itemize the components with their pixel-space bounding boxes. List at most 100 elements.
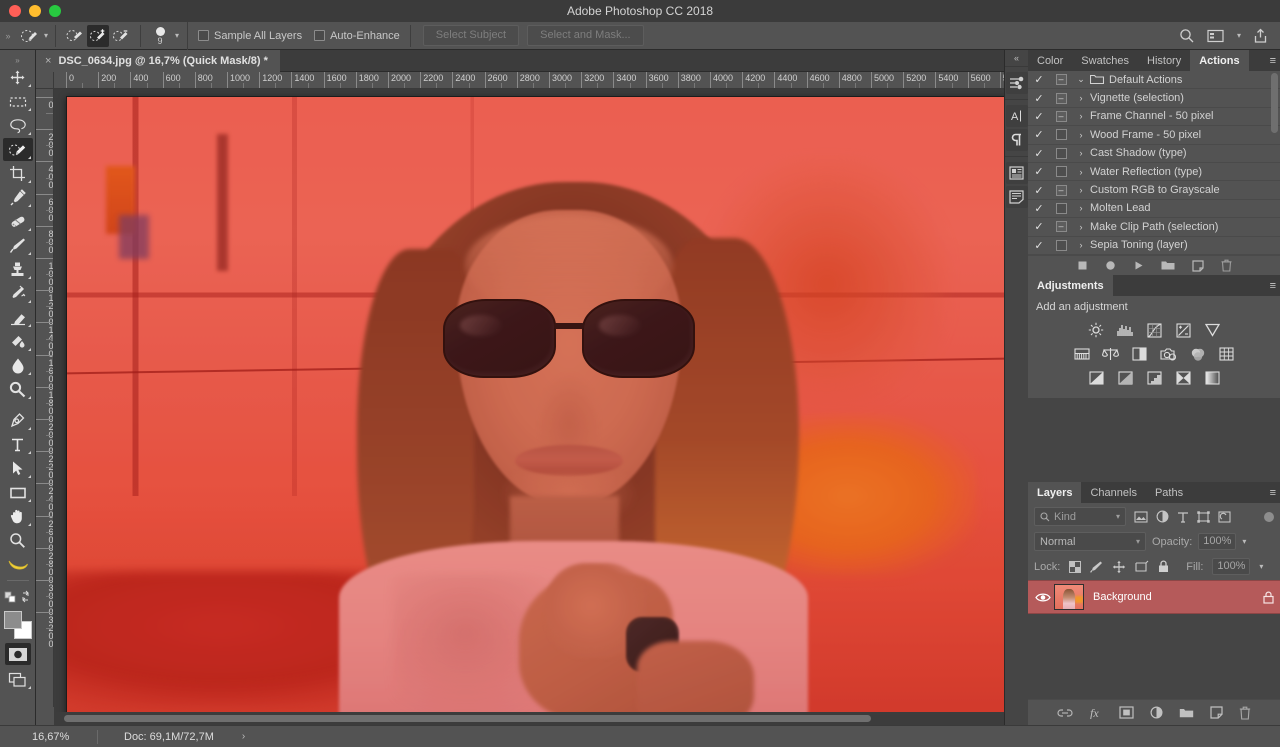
new-action-icon[interactable] bbox=[1191, 259, 1204, 272]
tab-layers[interactable]: Layers bbox=[1028, 482, 1082, 503]
tab-swatches[interactable]: Swatches bbox=[1072, 50, 1138, 71]
brightness-contrast-icon[interactable] bbox=[1086, 321, 1106, 339]
document-tab[interactable]: × DSC_0634.jpg @ 16,7% (Quick Mask/8) * bbox=[36, 49, 280, 72]
subtract-from-selection-mode-button[interactable] bbox=[110, 25, 132, 47]
share-icon[interactable] bbox=[1253, 28, 1268, 44]
curves-icon[interactable] bbox=[1144, 321, 1164, 339]
channel-mixer-icon[interactable] bbox=[1188, 345, 1208, 363]
selective-color-icon[interactable] bbox=[1173, 369, 1193, 387]
eraser-tool[interactable] bbox=[3, 306, 33, 329]
vibrance-icon[interactable] bbox=[1202, 321, 1222, 339]
action-dialog-toggle[interactable] bbox=[1050, 202, 1072, 214]
dodge-tool[interactable] bbox=[3, 378, 33, 401]
select-and-mask-button[interactable]: Select and Mask... bbox=[527, 25, 644, 46]
pen-tool[interactable] bbox=[3, 409, 33, 432]
action-dialog-toggle[interactable]: – bbox=[1050, 184, 1072, 196]
action-row[interactable]: ✓ – › Make Clip Path (selection) bbox=[1028, 218, 1280, 237]
shape-layer-filter-icon[interactable] bbox=[1197, 510, 1210, 523]
action-enabled-checkbox[interactable]: ✓ bbox=[1028, 128, 1050, 141]
fill-field[interactable]: 100% bbox=[1212, 558, 1251, 575]
rectangular-marquee-tool[interactable] bbox=[3, 90, 33, 113]
tab-paths[interactable]: Paths bbox=[1146, 482, 1192, 503]
paragraph-icon[interactable] bbox=[1005, 129, 1028, 151]
color-swatches[interactable] bbox=[3, 610, 33, 640]
table-row[interactable]: Background bbox=[1028, 580, 1280, 614]
new-fill-adjustment-icon[interactable] bbox=[1150, 706, 1163, 719]
chevron-right-icon[interactable]: › bbox=[1072, 167, 1090, 177]
layer-name[interactable]: Background bbox=[1093, 591, 1263, 603]
zoom-tool[interactable] bbox=[3, 529, 33, 552]
new-set-icon[interactable] bbox=[1161, 260, 1175, 271]
brush-size-chevron-down-icon[interactable]: ▾ bbox=[175, 31, 179, 40]
quick-mask-mode-button[interactable] bbox=[4, 643, 31, 665]
lock-image-pixels-icon[interactable] bbox=[1090, 560, 1103, 573]
pixel-layer-filter-icon[interactable] bbox=[1134, 510, 1148, 523]
action-row[interactable]: ✓ – › Vignette (selection) bbox=[1028, 89, 1280, 108]
action-dialog-toggle[interactable]: – bbox=[1050, 74, 1072, 86]
action-enabled-checkbox[interactable]: ✓ bbox=[1028, 147, 1050, 160]
history-brush-tool[interactable] bbox=[3, 282, 33, 305]
action-row[interactable]: ✓ › Sepia Toning (layer) bbox=[1028, 237, 1280, 255]
close-window-button[interactable] bbox=[9, 5, 21, 17]
hue-saturation-icon[interactable] bbox=[1072, 345, 1092, 363]
chevron-right-icon[interactable]: › bbox=[1072, 240, 1090, 250]
delete-icon[interactable] bbox=[1221, 259, 1232, 272]
default-colors-and-swap-icons[interactable] bbox=[3, 585, 33, 608]
sample-all-layers-checkbox[interactable]: Sample All Layers bbox=[198, 30, 302, 42]
tools-panel-grip[interactable]: » bbox=[0, 54, 35, 66]
properties-icon[interactable] bbox=[1005, 186, 1028, 208]
rectangle-tool[interactable] bbox=[3, 481, 33, 504]
action-dialog-toggle[interactable]: – bbox=[1050, 221, 1072, 233]
opacity-chevron-down-icon[interactable]: ▾ bbox=[1242, 537, 1246, 546]
blend-mode-select[interactable]: Normal ▾ bbox=[1034, 532, 1146, 551]
clone-stamp-tool[interactable] bbox=[3, 258, 33, 281]
layer-kind-select[interactable]: Kind ▾ bbox=[1034, 507, 1126, 526]
threshold-icon[interactable] bbox=[1144, 369, 1164, 387]
gradient-map-icon[interactable] bbox=[1202, 369, 1222, 387]
chevron-right-icon[interactable]: › bbox=[1072, 148, 1090, 158]
character-icon[interactable]: A bbox=[1005, 105, 1028, 127]
color-lookup-icon[interactable] bbox=[1217, 345, 1237, 363]
screen-mode-button[interactable] bbox=[3, 668, 33, 691]
tool-preset-picker[interactable]: ▾ bbox=[16, 24, 57, 47]
tab-history[interactable]: History bbox=[1138, 50, 1190, 71]
chevron-right-icon[interactable]: › bbox=[1072, 222, 1090, 232]
status-bar-chevron-icon[interactable]: › bbox=[242, 731, 245, 742]
lock-artboard-nesting-icon[interactable] bbox=[1135, 560, 1149, 573]
action-row[interactable]: ✓ › Wood Frame - 50 pixel bbox=[1028, 126, 1280, 145]
horizontal-ruler[interactable]: 0 200 400 600 800 1000 1200 1400 1600 1800 2000 220… bbox=[54, 72, 1028, 89]
actions-scrollbar-thumb[interactable] bbox=[1271, 73, 1278, 133]
lasso-tool[interactable] bbox=[3, 114, 33, 137]
chevron-down-icon[interactable]: ▾ bbox=[1116, 512, 1120, 521]
play-icon[interactable] bbox=[1133, 260, 1144, 271]
panel-menu-icon[interactable]: ≡ bbox=[1270, 275, 1276, 296]
action-enabled-checkbox[interactable]: ✓ bbox=[1028, 73, 1050, 86]
workspace-chevron-down-icon[interactable]: ▾ bbox=[1237, 31, 1241, 40]
action-dialog-toggle[interactable] bbox=[1050, 129, 1072, 141]
action-dialog-toggle[interactable] bbox=[1050, 147, 1072, 159]
workspace-icon[interactable] bbox=[1207, 29, 1225, 43]
action-row[interactable]: ✓ – ⌄ Default Actions bbox=[1028, 71, 1280, 90]
options-bar-grip[interactable]: » bbox=[0, 22, 16, 50]
spot-healing-brush-tool[interactable] bbox=[3, 210, 33, 233]
select-subject-button[interactable]: Select Subject bbox=[422, 25, 520, 46]
levels-icon[interactable] bbox=[1115, 321, 1135, 339]
new-selection-mode-button[interactable] bbox=[64, 25, 86, 47]
lock-all-icon[interactable] bbox=[1158, 560, 1169, 573]
lock-transparent-pixels-icon[interactable] bbox=[1069, 560, 1082, 573]
minimize-window-button[interactable] bbox=[29, 5, 41, 17]
action-enabled-checkbox[interactable]: ✓ bbox=[1028, 184, 1050, 197]
collapse-panels-button[interactable]: « bbox=[1005, 50, 1028, 66]
tool-preset-chevron-down-icon[interactable]: ▾ bbox=[44, 31, 48, 40]
gradient-tool[interactable] bbox=[3, 330, 33, 353]
action-enabled-checkbox[interactable]: ✓ bbox=[1028, 202, 1050, 215]
layer-visibility-eye-icon[interactable] bbox=[1032, 592, 1054, 603]
color-balance-icon[interactable] bbox=[1101, 345, 1121, 363]
tab-actions[interactable]: Actions bbox=[1190, 50, 1249, 71]
exposure-icon[interactable] bbox=[1173, 321, 1193, 339]
path-selection-tool[interactable] bbox=[3, 457, 33, 480]
chevron-right-icon[interactable]: › bbox=[1072, 111, 1090, 121]
foreground-color-swatch[interactable] bbox=[3, 611, 22, 629]
chevron-right-icon[interactable]: › bbox=[1072, 130, 1090, 140]
stop-icon[interactable] bbox=[1077, 260, 1088, 271]
